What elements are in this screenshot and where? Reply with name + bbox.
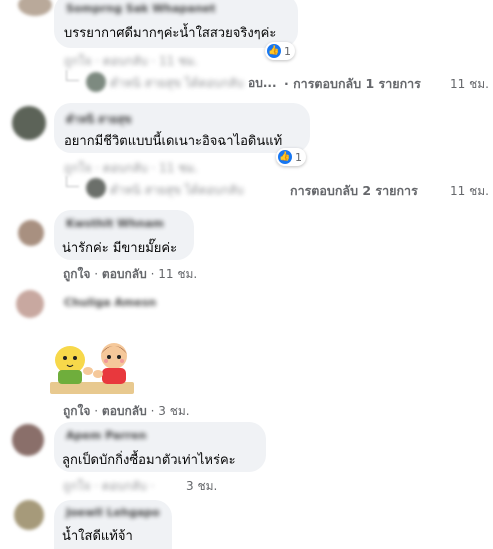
comment-time[interactable]: 3 ชม. bbox=[158, 404, 189, 418]
comment-actions: ถูกใจ · ตอบกลับ · 3 ชม. bbox=[63, 402, 190, 421]
avatar[interactable] bbox=[18, 220, 44, 246]
commenter-name[interactable]: Joewll Lehgapo bbox=[66, 506, 160, 519]
comment-text: อยากมีชีวิตแบบนี้เดเนาะอิจฉาไอดินแท้ bbox=[64, 134, 283, 149]
reply-count-link[interactable]: การตอบกลับ 2 รายการ bbox=[290, 181, 418, 201]
reply-preview[interactable]: ตำหนิ สายสุข ได้ตอบกลับ bbox=[110, 74, 244, 93]
reply-link[interactable]: ตอบกลับ bbox=[102, 404, 147, 418]
reply-time: 11 ชม. bbox=[450, 184, 489, 198]
avatar[interactable] bbox=[12, 106, 46, 140]
reply-count-link[interactable]: · การตอบกลับ 1 รายการ bbox=[284, 74, 421, 94]
reply-preview[interactable]: ตำหนิ สายสุข ได้ตอบกลับ bbox=[110, 181, 244, 200]
reply-avatar bbox=[86, 178, 106, 198]
comment-text: น้ำใสดีแท้จ้า bbox=[62, 529, 133, 544]
separator: · bbox=[94, 404, 99, 418]
separator: · bbox=[94, 267, 99, 281]
avatar[interactable] bbox=[14, 500, 44, 530]
commenter-name[interactable]: ตำหนิ สายสุข bbox=[66, 110, 132, 128]
sticker-image bbox=[50, 343, 134, 394]
comment-text: ลูกเป็ดบักกิ่งซื้อมาตัวเท่าไหร่คะ bbox=[62, 453, 236, 468]
reaction-badge[interactable]: 👍 1 bbox=[265, 42, 295, 60]
sticker-cartoon-couple[interactable] bbox=[50, 336, 134, 396]
reply-arrow-icon bbox=[66, 70, 79, 81]
like-icon: 👍 bbox=[267, 44, 281, 58]
reaction-badge[interactable]: 👍 1 bbox=[276, 148, 306, 166]
comment-actions[interactable]: ถูกใจ · ตอบกลับ · 11 ชม. bbox=[64, 52, 198, 71]
reply-time: 11 ชม. bbox=[450, 77, 489, 91]
reply-arrow-icon bbox=[66, 176, 79, 187]
avatar[interactable] bbox=[18, 0, 52, 16]
comment-text: บรรยากาศดีมากๆค่ะน้ำใสสวยจริงๆค่ะ bbox=[64, 26, 277, 41]
comment-actions[interactable]: ถูกใจ · ตอบกลับ · 11 ชม. bbox=[64, 159, 198, 178]
comment-text: น่ารักค่ะ มีขายมั๊ยค่ะ bbox=[62, 241, 178, 256]
like-link[interactable]: ถูกใจ bbox=[63, 404, 90, 418]
commenter-name[interactable]: Apem Parren bbox=[66, 429, 146, 442]
avatar[interactable] bbox=[12, 424, 44, 456]
commenter-name[interactable]: Chuliga Amesn bbox=[64, 296, 156, 309]
avatar[interactable] bbox=[16, 290, 44, 318]
commenter-name[interactable]: Kwsthit Whnam bbox=[66, 217, 164, 230]
commenter-name[interactable]: Somprng Sak Whapanet bbox=[66, 2, 216, 15]
comment-time[interactable]: 3 ชม. bbox=[186, 477, 217, 496]
comment-actions: ถูกใจ · ตอบกลับ · 11 ชม. bbox=[63, 265, 197, 284]
like-icon: 👍 bbox=[278, 150, 292, 164]
separator: · bbox=[150, 404, 155, 418]
comment-actions[interactable]: ถูกใจ · ตอบกลับ · bbox=[63, 477, 154, 496]
reaction-count: 1 bbox=[284, 44, 291, 58]
reply-preview-tail[interactable]: อบ... bbox=[248, 74, 277, 93]
reaction-count: 1 bbox=[295, 150, 302, 164]
like-link[interactable]: ถูกใจ bbox=[63, 267, 90, 281]
reply-link[interactable]: ตอบกลับ bbox=[102, 267, 147, 281]
comment-time[interactable]: 11 ชม. bbox=[158, 267, 197, 281]
reply-avatar bbox=[86, 72, 106, 92]
separator: · bbox=[150, 267, 155, 281]
